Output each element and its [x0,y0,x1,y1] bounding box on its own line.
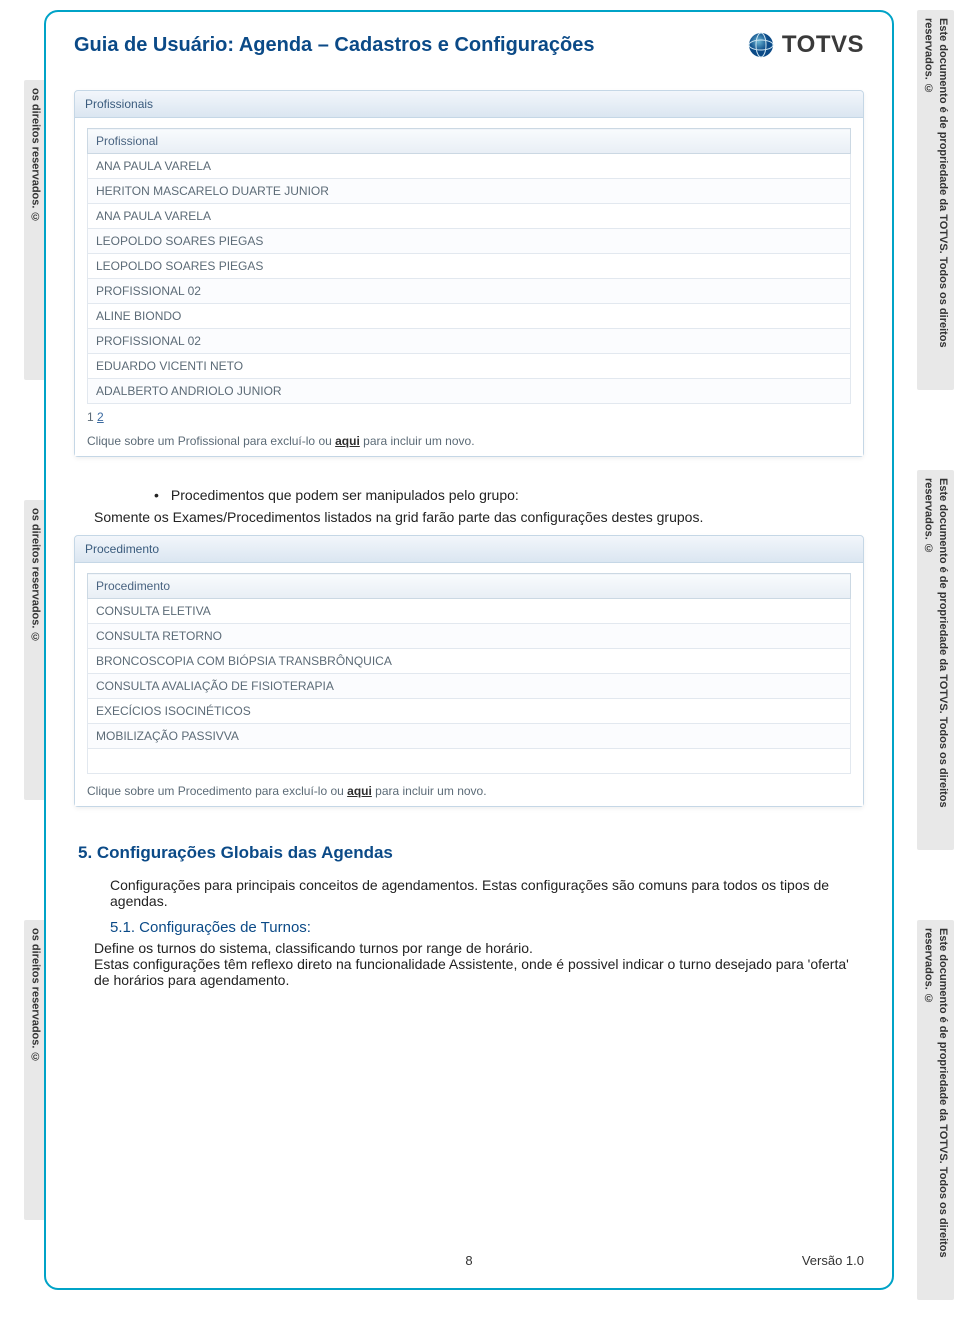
table-row[interactable]: CONSULTA ELETIVA [88,599,851,624]
table-row[interactable]: ANA PAULA VARELA [88,154,851,179]
hint-text: Clique sobre um Procedimento para excluí… [87,784,347,798]
watermark-right-2: Este documento é de propriedade da TOTVS… [917,470,954,850]
hint-text: Clique sobre um Profissional para excluí… [87,434,335,448]
version-label: Versão 1.0 [802,1253,864,1268]
hint-text: para incluir um novo. [375,784,486,798]
bullet-text: Procedimentos que podem ser manipulados … [171,487,519,503]
table-cell: BRONCOSCOPIA COM BIÓPSIA TRANSBRÔNQUICA [88,649,851,674]
section-5-1-body: Define os turnos do sistema, classifican… [94,940,864,988]
page-number: 8 [465,1253,472,1268]
table-profissionais: Profissional ANA PAULA VARELAHERITON MAS… [87,128,851,404]
table-cell: ADALBERTO ANDRIOLO JUNIOR [88,379,851,404]
table-cell: ANA PAULA VARELA [88,204,851,229]
table-row-empty [88,749,851,774]
header: Guia de Usuário: Agenda – Cadastros e Co… [74,30,864,60]
panel-title: Procedimento [75,536,863,563]
table-row[interactable]: ADALBERTO ANDRIOLO JUNIOR [88,379,851,404]
page-frame: Guia de Usuário: Agenda – Cadastros e Co… [44,10,894,1290]
pager-page-link[interactable]: 2 [97,410,104,424]
table-cell: LEOPOLDO SOARES PIEGAS [88,254,851,279]
table-row[interactable]: LEOPOLDO SOARES PIEGAS [88,229,851,254]
section-5-body: Configurações para principais conceitos … [110,877,864,909]
table-cell: MOBILIZAÇÃO PASSIVVA [88,724,851,749]
panel-title: Profissionais [75,91,863,118]
table-row[interactable]: LEOPOLDO SOARES PIEGAS [88,254,851,279]
watermark-right-3: Este documento é de propriedade da TOTVS… [917,920,954,1300]
add-procedimento-link[interactable]: aqui [347,784,372,798]
table-cell: CONSULTA AVALIAÇÃO DE FISIOTERAPIA [88,674,851,699]
brand-logo: TOTVS [746,30,864,60]
paragraph: Somente os Exames/Procedimentos listados… [94,509,864,525]
table-cell: ALINE BIONDO [88,304,851,329]
hint-profissionais: Clique sobre um Profissional para excluí… [87,434,851,448]
table-row[interactable]: ALINE BIONDO [88,304,851,329]
table-row[interactable]: HERITON MASCARELO DUARTE JUNIOR [88,179,851,204]
table-cell: HERITON MASCARELO DUARTE JUNIOR [88,179,851,204]
table-cell: CONSULTA ELETIVA [88,599,851,624]
table-cell: EDUARDO VICENTI NETO [88,354,851,379]
table-procedimentos: Procedimento CONSULTA ELETIVACONSULTA RE… [87,573,851,774]
hint-procedimentos: Clique sobre um Procedimento para excluí… [87,784,851,798]
table-header[interactable]: Profissional [88,129,851,154]
watermark-right-1: Este documento é de propriedade da TOTVS… [917,10,954,390]
table-row[interactable]: EDUARDO VICENTI NETO [88,354,851,379]
table-cell: CONSULTA RETORNO [88,624,851,649]
bullet-icon: • [154,487,159,503]
table-row[interactable]: CONSULTA RETORNO [88,624,851,649]
table-row[interactable]: CONSULTA AVALIAÇÃO DE FISIOTERAPIA [88,674,851,699]
panel-profissionais: Profissionais Profissional ANA PAULA VAR… [74,90,864,457]
table-row[interactable]: PROFISSIONAL 02 [88,329,851,354]
table-cell: EXECÍCIOS ISOCINÉTICOS [88,699,851,724]
table-cell: PROFISSIONAL 02 [88,279,851,304]
section-5-heading: 5. Configurações Globais das Agendas [78,843,864,863]
brand-text: TOTVS [782,31,864,59]
pager-page-current: 1 [87,410,94,424]
document-title: Guia de Usuário: Agenda – Cadastros e Co… [74,34,595,57]
table-row[interactable]: MOBILIZAÇÃO PASSIVVA [88,724,851,749]
section-5-1-heading: 5.1. Configurações de Turnos: [110,919,864,936]
table-header[interactable]: Procedimento [88,574,851,599]
footer: 8 Versão 1.0 [46,1253,892,1268]
bullet-item: • Procedimentos que podem ser manipulado… [154,487,864,503]
panel-procedimento: Procedimento Procedimento CONSULTA ELETI… [74,535,864,807]
table-row[interactable]: EXECÍCIOS ISOCINÉTICOS [88,699,851,724]
table-cell: LEOPOLDO SOARES PIEGAS [88,229,851,254]
table-row[interactable]: PROFISSIONAL 02 [88,279,851,304]
pager: 1 2 [87,410,851,424]
table-cell: PROFISSIONAL 02 [88,329,851,354]
table-row[interactable]: ANA PAULA VARELA [88,204,851,229]
hint-text: para incluir um novo. [363,434,474,448]
table-cell: ANA PAULA VARELA [88,154,851,179]
globe-icon [746,30,776,60]
table-row[interactable]: BRONCOSCOPIA COM BIÓPSIA TRANSBRÔNQUICA [88,649,851,674]
add-profissional-link[interactable]: aqui [335,434,360,448]
